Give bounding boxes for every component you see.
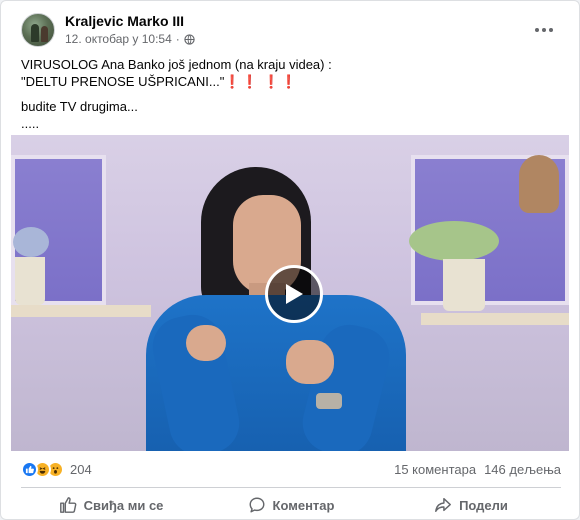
meta-separator: · <box>175 32 180 46</box>
comment-button[interactable]: Коментар <box>201 491 381 519</box>
post-text-line: VIRUSOLOG Ana Banko još jednom (na kraju… <box>21 57 332 72</box>
post-text-line: ..... <box>21 116 40 131</box>
like-icon <box>21 461 38 478</box>
share-icon <box>435 497 451 513</box>
post-text-quote: "DELTU PRENOSE UŠPRICANI..." <box>21 74 225 89</box>
plant-pot <box>443 259 485 311</box>
presenter-hand <box>286 340 334 384</box>
reaction-count: 204 <box>70 462 92 477</box>
post-card: Kraljevic Marko III 12. октобар у 10:54 … <box>0 0 580 520</box>
post-date[interactable]: 12. октобар у 10:54 <box>65 32 172 46</box>
globe-icon <box>184 33 195 45</box>
post-stats: 204 15 коментара 146 дељења <box>21 461 561 481</box>
exclamation-emoji: ❗❗ ❗❗ <box>224 74 298 89</box>
avatar[interactable] <box>21 13 55 47</box>
plant <box>409 221 499 261</box>
comment-icon <box>249 497 264 513</box>
wristwatch <box>316 393 342 409</box>
comment-label: Коментар <box>272 497 335 513</box>
reactions-summary[interactable]: 204 <box>21 461 92 478</box>
shares-count[interactable]: 146 дељења <box>484 462 561 477</box>
studio-shelf <box>421 313 569 325</box>
like-label: Свиђа ми се <box>83 497 164 513</box>
play-icon[interactable] <box>265 265 323 323</box>
thumbs-up-icon <box>59 497 76 513</box>
post-actions: Свиђа ми се Коментар Подели <box>21 491 561 519</box>
post-text-line: budite TV drugima... <box>21 99 138 114</box>
comments-count[interactable]: 15 коментара <box>394 462 476 477</box>
studio-shelf <box>11 305 151 317</box>
author-name[interactable]: Kraljevic Marko III <box>65 13 184 29</box>
post-meta: 12. октобар у 10:54 · <box>65 32 195 46</box>
video-player[interactable] <box>11 135 569 451</box>
vase <box>519 155 559 213</box>
more-options-icon[interactable] <box>533 19 555 41</box>
like-button[interactable]: Свиђа ми се <box>21 491 201 519</box>
engagement-counts: 15 коментара 146 дељења <box>394 462 561 477</box>
post-text: VIRUSOLOG Ana Banko još jednom (na kraju… <box>21 56 561 132</box>
divider <box>21 487 561 488</box>
share-button[interactable]: Подели <box>381 491 561 519</box>
presenter-hand <box>186 325 226 361</box>
plant <box>13 227 49 257</box>
share-label: Подели <box>459 497 508 513</box>
post-header: Kraljevic Marko III 12. октобар у 10:54 … <box>21 9 561 53</box>
post-text-line: "DELTU PRENOSE UŠPRICANI..."❗❗ ❗❗ <box>21 73 561 90</box>
plant-pot <box>15 257 45 305</box>
